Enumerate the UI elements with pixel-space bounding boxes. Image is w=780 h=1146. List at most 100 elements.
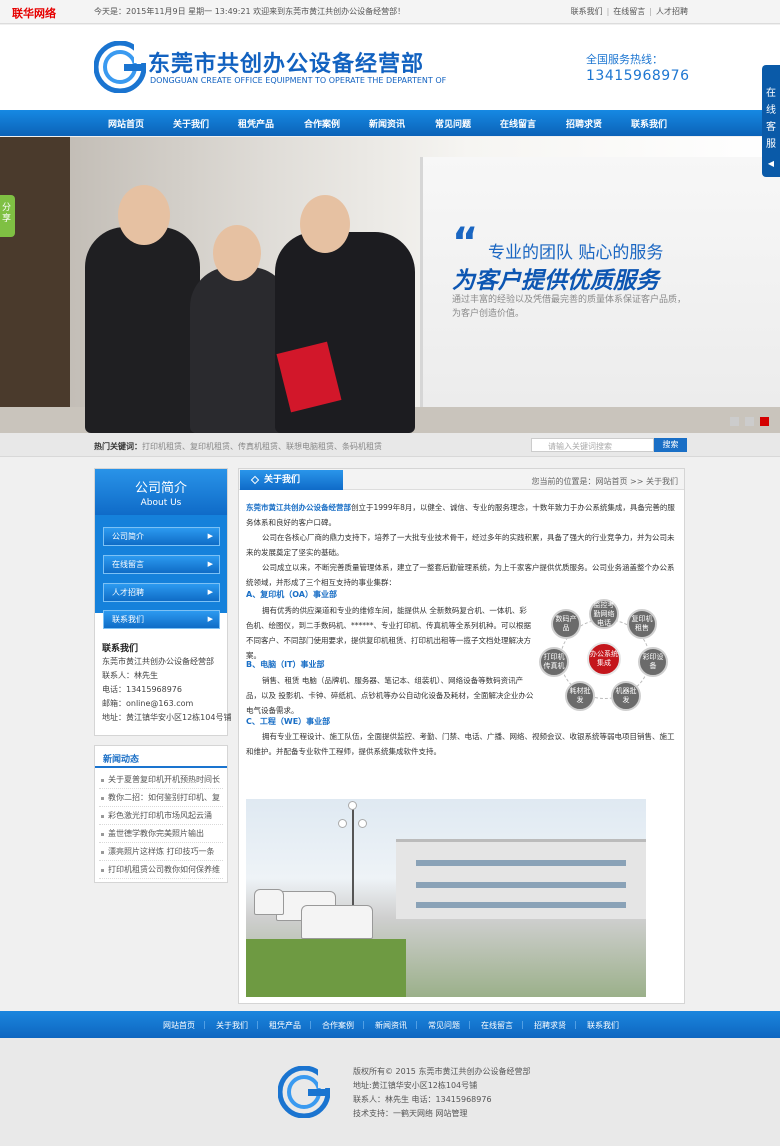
main-nav: 网站首页 关于我们 租凭产品 合作案例 新闻资讯 常见问题 在线留言 招聘求贤 …: [0, 110, 780, 136]
diagram-node: 监控考勤网络电话: [589, 599, 619, 629]
hotline-number: 13415968976: [586, 68, 690, 84]
footer-nav-faq[interactable]: 常见问题: [428, 1020, 460, 1031]
news-item[interactable]: 教你二招：如何鉴别打印机、复: [99, 790, 223, 807]
nav-about[interactable]: 关于我们: [173, 117, 209, 130]
nav-cases[interactable]: 合作案例: [304, 117, 340, 130]
nav-contact[interactable]: 联系我们: [631, 117, 667, 130]
nav-faq[interactable]: 常见问题: [435, 117, 471, 130]
news-title: 新闻动态: [95, 746, 227, 768]
sidebar-item-label: 公司简介: [112, 532, 144, 541]
sidebar-item-jobs[interactable]: 人才招聘 ▶: [103, 583, 220, 602]
banner-slider[interactable]: “ 专业的团队 贴心的服务 为客户提供优质服务 通过丰富的经验以及凭借最完善的质…: [0, 137, 780, 433]
banner-slogan-1: 专业的团队 贴心的服务: [488, 243, 664, 263]
divider: |: [606, 7, 610, 16]
diagram-center: 办公系统集成: [587, 642, 621, 676]
keyword-bar: 热门关键词： 打印机租赁、复印机租赁、传真机租赁、联想电脑租赁、条码机租赁 请输…: [0, 433, 780, 457]
divider: |: [574, 1020, 577, 1029]
top-link-message[interactable]: 在线留言: [613, 7, 645, 16]
sidebar-item-profile[interactable]: 公司简介 ▶: [103, 527, 220, 546]
contact-company: 东莞市黄江共创办公设备经营部: [102, 657, 214, 666]
divider: |: [521, 1020, 524, 1029]
sidebar-item-contact[interactable]: 联系我们 ▶: [103, 610, 220, 629]
section-a-body: 拥有优秀的供应渠道和专业的维修车间，能提供从 全新数码复合机、一体机、彩色机、绘…: [246, 606, 531, 660]
footer-nav-recruit[interactable]: 招聘求贤: [534, 1020, 566, 1031]
footer-copyright: 版权所有© 2015 东莞市黄江共创办公设备经营部: [353, 1067, 531, 1076]
footer: 版权所有© 2015 东莞市黄江共创办公设备经营部 地址:黄江镇华安小区12栋1…: [0, 1038, 780, 1146]
sidebar-about-title: 公司简介: [134, 481, 187, 496]
nav-news[interactable]: 新闻资讯: [369, 117, 405, 130]
section-b-body: 销售、租赁 电脑（品牌机、服务器、笔记本、组装机）、网络设备等数码资讯产品，以及…: [246, 676, 534, 715]
news-item[interactable]: 打印机租赁公司教你如何保养维: [99, 862, 223, 879]
sidebar-news: 新闻动态 关于夏普复印机开机预热时间长 教你二招：如何鉴别打印机、复 彩色激光打…: [94, 745, 228, 883]
diagram-node: 彩印设备: [638, 647, 668, 677]
footer-nav-cases[interactable]: 合作案例: [322, 1020, 354, 1031]
sidebar-item-label: 联系我们: [112, 615, 144, 624]
news-item[interactable]: 漂亮照片这样炼 打印技巧一条: [99, 844, 223, 861]
building-windows: [416, 882, 626, 888]
chevron-right-icon: ▶: [207, 588, 213, 596]
section-b-title: B、电脑（IT）事业部: [246, 660, 325, 669]
content-tab-about: 关于我们: [240, 470, 343, 490]
slide-dot-3[interactable]: [760, 417, 769, 426]
contact-address: 地址：黄江镇华安小区12栋104号铺: [102, 713, 232, 722]
header: 东莞市共创办公设备经营部 DONGGUAN CREATE OFFICE EQUI…: [0, 25, 780, 110]
share-tab[interactable]: 分享: [0, 195, 15, 237]
online-service-tab[interactable]: 在线客服 ◀: [762, 65, 780, 177]
car: [301, 905, 373, 939]
top-link-contact[interactable]: 联系我们: [571, 7, 603, 16]
nav-message[interactable]: 在线留言: [500, 117, 536, 130]
sidebar-item-message[interactable]: 在线留言 ▶: [103, 555, 220, 574]
top-link-jobs[interactable]: 人才招聘: [656, 7, 688, 16]
paragraph-3: 公司成立以来，不断完善质量管理体系，建立了一整套后勤管理系统，为上千家客户提供优…: [246, 563, 675, 587]
car: [254, 889, 284, 915]
footer-nav-contact[interactable]: 联系我们: [587, 1020, 619, 1031]
footer-address: 地址:黄江镇华安小区12栋104号铺: [353, 1081, 478, 1090]
main-content: 关于我们 您当前的位置是：网站首页 >> 关于我们 东莞市黄江共创办公设备经营部…: [238, 468, 685, 1004]
logo-mark[interactable]: [94, 41, 146, 93]
sidebar-item-label: 人才招聘: [112, 588, 144, 597]
person-head: [213, 225, 261, 281]
diagram-node: 耗材批发: [565, 681, 595, 711]
businessman-left-image: [85, 227, 200, 433]
hot-keywords-list[interactable]: 打印机租赁、复印机租赁、传真机租赁、联想电脑租赁、条码机租赁: [142, 441, 382, 452]
contact-email: 邮箱：online@163.com: [102, 699, 194, 708]
welcome-date-text: 今天是：2015年11月9日 星期一 13:49:21 欢迎来到东莞市黄江共创办…: [94, 7, 406, 16]
footer-nav-message[interactable]: 在线留言: [481, 1020, 513, 1031]
search-button[interactable]: 搜索: [654, 438, 687, 452]
breadcrumb[interactable]: 您当前的位置是：网站首页 >> 关于我们: [532, 476, 679, 487]
footer-nav-home[interactable]: 网站首页: [163, 1020, 195, 1031]
divider: |: [468, 1020, 471, 1029]
slide-dot-1[interactable]: [730, 417, 739, 426]
lamp-globe: [348, 801, 357, 810]
building-windows: [416, 860, 626, 866]
quote-icon: “: [452, 220, 479, 266]
slide-dot-2[interactable]: [745, 417, 754, 426]
nav-recruit[interactable]: 招聘求贤: [566, 117, 602, 130]
footer-logo: [278, 1066, 330, 1118]
top-bar: 联华网络 今天是：2015年11月9日 星期一 13:49:21 欢迎来到东莞市…: [0, 0, 780, 24]
person-head: [300, 195, 350, 253]
news-item[interactable]: 关于夏普复印机开机预热时间长: [99, 772, 223, 789]
hotline-label: 全国服务热线：: [586, 53, 663, 66]
footer-nav-products[interactable]: 租凭产品: [269, 1020, 301, 1031]
divider: |: [256, 1020, 259, 1029]
footer-support[interactable]: 技术支持：一鹤天网络 网站管理: [353, 1108, 468, 1119]
news-item[interactable]: 彩色激光打印机市场风起云涌: [99, 808, 223, 825]
factory-photo: [246, 799, 646, 997]
bookshelf-image: [0, 137, 70, 433]
search-input[interactable]: 请输入关键词搜索: [531, 438, 654, 452]
footer-nav-news[interactable]: 新闻资讯: [375, 1020, 407, 1031]
nav-products[interactable]: 租凭产品: [238, 117, 274, 130]
news-item[interactable]: 盖世德学教你完美照片输出: [99, 826, 223, 843]
nav-home[interactable]: 网站首页: [108, 117, 144, 130]
footer-nav-about[interactable]: 关于我们: [216, 1020, 248, 1031]
sidebar-menu: 公司简介 ▶ 在线留言 ▶ 人才招聘 ▶: [95, 515, 227, 613]
building-windows: [416, 902, 626, 908]
intro-paragraph: 东莞市黄江共创办公设备经营部创立于1999年8月，以健全、诚信、专业的服务理念，…: [246, 500, 678, 530]
factory-building: [396, 839, 646, 919]
hot-keywords-label: 热门关键词：: [94, 442, 142, 451]
lamp-globe: [338, 819, 347, 828]
site-tag: 联华网络: [12, 7, 56, 20]
section-c-title: C、工程（WE）事业部: [246, 717, 331, 726]
footer-nav: 网站首页 | 关于我们 | 租凭产品 | 合作案例 | 新闻资讯 | 常见问题 …: [0, 1011, 780, 1038]
